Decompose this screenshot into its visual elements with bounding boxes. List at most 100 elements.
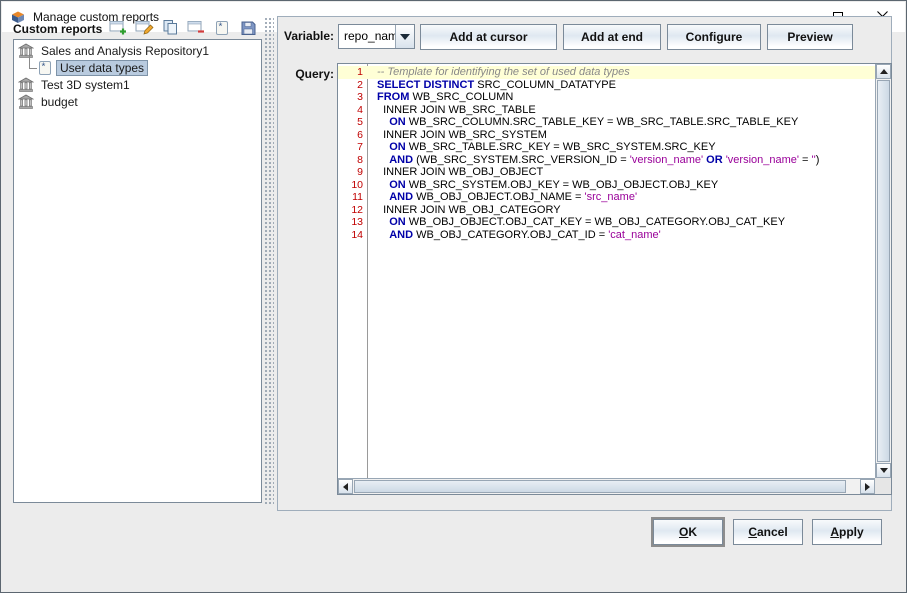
line-number: 1 (338, 66, 367, 79)
tree-item-label: Sales and Analysis Repository1 (37, 43, 213, 59)
scroll-right-button[interactable] (860, 479, 875, 494)
reports-toolbar: * (102, 20, 258, 38)
query-code-area[interactable]: 1 -- Template for identifying the set of … (338, 64, 875, 478)
vertical-scrollbar[interactable] (875, 64, 891, 478)
tree-item-label: User data types (56, 60, 148, 76)
custom-reports-tree[interactable]: Sales and Analysis Repository1 * User data… (13, 39, 262, 503)
add-at-end-button[interactable]: Add at end (563, 24, 661, 50)
line-number: 14 (338, 229, 367, 242)
horizontal-scrollbar[interactable] (338, 478, 875, 494)
code-line-4[interactable]: 4 INNER JOIN WB_SRC_TABLE (338, 104, 875, 117)
variable-value: repo_name (339, 25, 395, 48)
code-text: SELECT DISTINCT SRC_COLUMN_DATATYPE (377, 79, 616, 92)
repository-icon (18, 94, 34, 110)
variable-actions: Add at cursorAdd at endConfigurePreview (420, 24, 853, 50)
triangle-up-icon (880, 69, 888, 74)
configure-button[interactable]: Configure (667, 24, 761, 50)
code-text: AND WB_OBJ_CATEGORY.OBJ_CAT_ID = 'cat_na… (377, 229, 661, 242)
line-number: 2 (338, 79, 367, 92)
code-line-2[interactable]: 2 SELECT DISTINCT SRC_COLUMN_DATATYPE (338, 79, 875, 92)
save-button[interactable] (238, 20, 258, 38)
form-add-icon (109, 19, 128, 39)
remove-report-button[interactable] (186, 20, 206, 38)
copy-report-button[interactable] (160, 20, 180, 38)
code-text: -- Template for identifying the set of u… (377, 66, 630, 79)
line-number: 9 (338, 166, 367, 179)
report-icon: * (214, 20, 230, 39)
code-text: ON WB_OBJ_OBJECT.OBJ_CAT_KEY = WB_OBJ_CA… (377, 216, 785, 229)
code-line-3[interactable]: 3 FROM WB_SRC_COLUMN (338, 91, 875, 104)
tree-item[interactable]: Sales and Analysis Repository1 (15, 42, 261, 59)
code-line-9[interactable]: 9 INNER JOIN WB_OBJ_OBJECT (338, 166, 875, 179)
ok-button[interactable]: OK (653, 519, 723, 545)
tree-item[interactable]: * User data types (15, 59, 261, 76)
custom-reports-header: Custom reports * (13, 19, 263, 39)
code-line-6[interactable]: 6 INNER JOIN WB_SRC_SYSTEM (338, 129, 875, 142)
code-text: ON WB_SRC_TABLE.SRC_KEY = WB_SRC_SYSTEM.… (377, 141, 716, 154)
tree-item[interactable]: Test 3D system1 (15, 76, 261, 93)
code-line-10[interactable]: 10 ON WB_SRC_SYSTEM.OBJ_KEY = WB_OBJ_OBJ… (338, 179, 875, 192)
tree-item-label: Test 3D system1 (37, 77, 134, 93)
line-number: 4 (338, 104, 367, 117)
code-text: FROM WB_SRC_COLUMN (377, 91, 513, 104)
copy-icon (162, 19, 179, 39)
triangle-left-icon (343, 483, 348, 491)
query-label: Query: (284, 67, 334, 81)
combo-dropdown-button[interactable] (395, 25, 414, 48)
line-number: 12 (338, 204, 367, 217)
code-text: INNER JOIN WB_OBJ_OBJECT (377, 166, 543, 179)
new-report-button[interactable]: * (212, 20, 232, 38)
svg-text:*: * (42, 61, 46, 72)
code-line-1[interactable]: 1 -- Template for identifying the set of … (338, 66, 875, 79)
line-number: 6 (338, 129, 367, 142)
scroll-up-button[interactable] (876, 64, 891, 79)
cancel-button[interactable]: Cancel (733, 519, 803, 545)
line-number: 13 (338, 216, 367, 229)
line-number: 3 (338, 91, 367, 104)
line-number: 7 (338, 141, 367, 154)
triangle-right-icon (865, 483, 870, 491)
code-line-7[interactable]: 7 ON WB_SRC_TABLE.SRC_KEY = WB_SRC_SYSTE… (338, 141, 875, 154)
custom-reports-label: Custom reports (13, 22, 102, 36)
line-number: 10 (338, 179, 367, 192)
line-number: 8 (338, 154, 367, 167)
scrollbar-corner (875, 478, 891, 494)
code-text: ON WB_SRC_SYSTEM.OBJ_KEY = WB_OBJ_OBJECT… (377, 179, 718, 192)
add-report-button[interactable] (108, 20, 128, 38)
repository-icon (18, 43, 34, 59)
form-remove-icon (187, 19, 206, 39)
scroll-left-button[interactable] (338, 479, 353, 494)
code-lines: 1 -- Template for identifying the set of … (338, 66, 875, 241)
preview-button[interactable]: Preview (767, 24, 853, 50)
repository-icon (18, 77, 34, 93)
edit-report-button[interactable] (134, 20, 154, 38)
tree-connector (24, 60, 37, 76)
line-number: 11 (338, 191, 367, 204)
splitpane-divider[interactable] (264, 17, 274, 505)
scroll-down-button[interactable] (876, 463, 891, 478)
code-text: AND (WB_SRC_SYSTEM.SRC_VERSION_ID = 'ver… (377, 154, 819, 167)
tree-item-label: budget (37, 94, 82, 110)
add-at-cursor-button[interactable]: Add at cursor (420, 24, 557, 50)
apply-button[interactable]: Apply (812, 519, 882, 545)
variable-combobox[interactable]: repo_name (338, 24, 415, 49)
code-line-5[interactable]: 5 ON WB_SRC_COLUMN.SRC_TABLE_KEY = WB_SR… (338, 116, 875, 129)
code-line-12[interactable]: 12 INNER JOIN WB_OBJ_CATEGORY (338, 204, 875, 217)
code-text: INNER JOIN WB_SRC_TABLE (377, 104, 536, 117)
vertical-scrollbar-thumb[interactable] (877, 80, 890, 462)
form-edit-icon (135, 19, 154, 39)
code-line-14[interactable]: 14 AND WB_OBJ_CATEGORY.OBJ_CAT_ID = 'cat… (338, 229, 875, 242)
code-line-11[interactable]: 11 AND WB_OBJ_OBJECT.OBJ_NAME = 'src_nam… (338, 191, 875, 204)
code-line-13[interactable]: 13 ON WB_OBJ_OBJECT.OBJ_CAT_KEY = WB_OBJ… (338, 216, 875, 229)
code-line-8[interactable]: 8 AND (WB_SRC_SYSTEM.SRC_VERSION_ID = 'v… (338, 154, 875, 167)
variable-label: Variable: (284, 29, 334, 43)
tree-item[interactable]: budget (15, 93, 261, 110)
dialog-manage-custom-reports: Manage custom reports Custom reports * S (0, 0, 907, 593)
chevron-down-icon (400, 34, 410, 40)
code-text: ON WB_SRC_COLUMN.SRC_TABLE_KEY = WB_SRC_… (377, 116, 798, 129)
code-text: INNER JOIN WB_SRC_SYSTEM (377, 129, 547, 142)
triangle-down-icon (880, 468, 888, 473)
report-icon: * (37, 60, 53, 76)
horizontal-scrollbar-thumb[interactable] (354, 480, 846, 493)
line-number: 5 (338, 116, 367, 129)
